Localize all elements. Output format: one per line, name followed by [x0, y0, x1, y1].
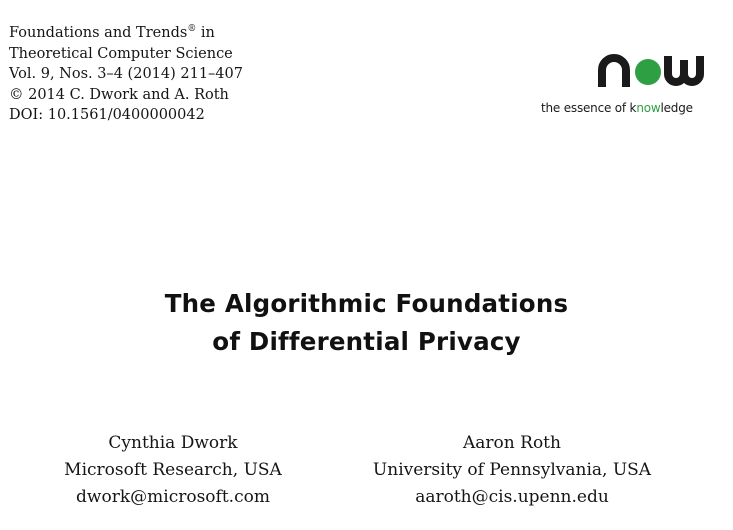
- title-line-2: of Differential Privacy: [212, 327, 521, 356]
- volume-info: Vol. 9, Nos. 3–4 (2014) 211–407: [9, 66, 243, 82]
- author-email: aaroth@cis.upenn.edu: [415, 487, 609, 507]
- author-affiliation: University of Pennsylvania, USA: [372, 460, 652, 480]
- now-publishers-logo: the essence of knowledge: [520, 44, 720, 124]
- journal-subject: Theoretical Computer Science: [9, 45, 233, 62]
- document-title: The Algorithmic Foundations of Different…: [0, 285, 733, 361]
- journal-name: Foundations and Trends® in: [9, 24, 215, 41]
- author-block-roth: Aaron Roth University of Pennsylvania, U…: [342, 430, 682, 511]
- now-logo-icon: [598, 54, 704, 87]
- title-line-1: The Algorithmic Foundations: [164, 289, 569, 318]
- author-name: Cynthia Dwork: [108, 433, 238, 453]
- author-block-dwork: Cynthia Dwork Microsoft Research, USA dw…: [28, 430, 318, 511]
- publication-metadata: Foundations and Trends® in Theoretical C…: [9, 19, 243, 126]
- author-affiliation: Microsoft Research, USA: [64, 460, 282, 480]
- logo-tagline: the essence of knowledge: [541, 101, 693, 115]
- doi-line: DOI: 10.1561/0400000042: [9, 107, 205, 123]
- registered-mark: ®: [187, 24, 197, 34]
- tagline-highlight: now: [636, 101, 661, 115]
- author-email: dwork@microsoft.com: [76, 487, 270, 507]
- author-name: Aaron Roth: [463, 433, 561, 453]
- copyright-line: © 2014 C. Dwork and A. Roth: [9, 86, 229, 103]
